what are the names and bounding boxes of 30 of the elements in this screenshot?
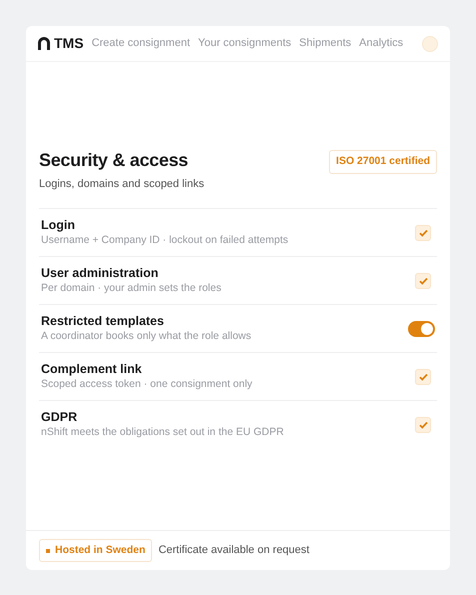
toggle-switch[interactable] [408,320,435,337]
check-icon [418,420,428,429]
setting-description: nShift meets the obligations set out in the EU GDPR [41,426,284,440]
setting-title: Login [41,218,76,234]
setting-title: Complement link [41,362,143,378]
check-icon [418,276,428,285]
section-subtitle: Logins, domains and scoped links [39,176,204,192]
nav-link[interactable]: Shipments [299,35,352,52]
setting-title: GDPR [41,410,78,426]
brand-name: TMS [54,34,84,53]
nav-link[interactable]: Analytics [359,35,404,52]
nav-link[interactable]: Your consignments [198,35,292,52]
setting-description: A coordinator books only what the role allows [41,330,252,344]
setting-title: User administration [41,266,160,282]
setting-description: Per domain · your admin sets the roles [41,282,222,296]
setting-description: Scoped access token · one consignment only [41,378,252,392]
checkbox[interactable] [415,368,431,385]
setting-description: Username + Company ID · lockout on failed attempts [41,234,288,248]
certification-tag: ISO 27001 certified [329,150,437,174]
checkbox[interactable] [415,416,431,433]
nav-link[interactable]: Create consignment [92,35,190,52]
hosting-tag: Hosted in Sweden [39,538,152,562]
section-title: Security & access [39,150,189,172]
check-icon [418,228,428,237]
checkbox[interactable] [415,272,431,289]
check-icon [418,372,428,381]
setting-title: Restricted templates [41,314,165,330]
arch-logo-icon [38,37,50,50]
checkbox[interactable] [415,224,431,241]
footer-note: Certificate available on request [158,543,310,558]
